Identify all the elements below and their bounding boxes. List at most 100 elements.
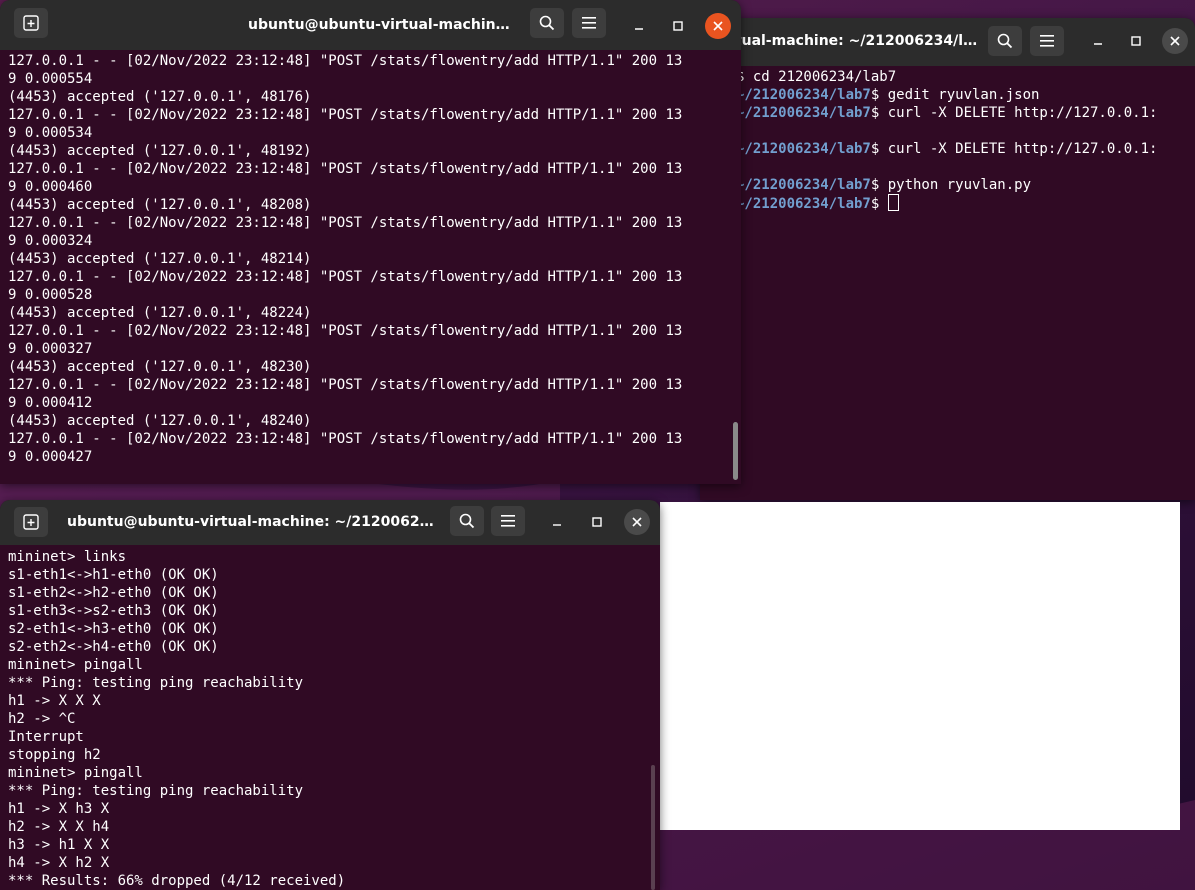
mininet-close-button[interactable] [624, 509, 650, 535]
lab7-menu-button[interactable] [1030, 26, 1064, 56]
terminal-line: h3 -> h1 X X [8, 837, 110, 853]
minimize-icon [553, 524, 561, 526]
ryu-maximize-button[interactable] [665, 13, 691, 39]
lab7-minimize-button[interactable] [1085, 28, 1111, 54]
terminal-line: mininet> pingall [8, 765, 143, 781]
terminal-line: ~/212006234/lab7$ python ryuvlan.py [736, 176, 1187, 194]
minimize-icon [1094, 43, 1102, 45]
lab7-window-title: rtual-machine: ~/212006234/lab7 [728, 33, 978, 49]
terminal-window-ryu[interactable]: ubuntu@ubuntu-virtual-machine: ~ 127.0.0… [0, 0, 741, 484]
terminal-line: s2-eth1<->h3-eth0 (OK OK) [8, 621, 219, 637]
ryu-titlebar[interactable]: ubuntu@ubuntu-virtual-machine: ~ [0, 0, 741, 50]
search-icon [539, 15, 555, 31]
terminal-line: s1-eth3<->s2-eth3 (OK OK) [8, 603, 219, 619]
ryu-terminal-output[interactable]: 127.0.0.1 - - [02/Nov/2022 23:12:48] "PO… [8, 52, 733, 466]
new-tab-icon [23, 15, 39, 31]
terminal-line: ~/212006234/lab7$ [736, 194, 1187, 212]
prompt-path: ~/212006234/lab7 [736, 196, 871, 212]
mininet-scrollbar[interactable] [651, 765, 655, 890]
terminal-line: *** Results: 66% dropped (4/12 received) [8, 873, 346, 889]
hamburger-menu-icon [501, 515, 515, 527]
terminal-line: (4453) accepted ('127.0.0.1', 48208) [8, 197, 312, 213]
mininet-search-button[interactable] [450, 506, 484, 536]
terminal-line: 9 0.000412 [8, 395, 93, 411]
ryu-scrollbar[interactable] [733, 422, 738, 480]
blank-white-window[interactable] [660, 502, 1180, 830]
terminal-line: 9 0.000460 [8, 179, 93, 195]
terminal-line: mininet> links [8, 549, 127, 565]
terminal-line: 127.0.0.1 - - [02/Nov/2022 23:12:48] "PO… [8, 431, 683, 447]
terminal-line: 127.0.0.1 - - [02/Nov/2022 23:12:48] "PO… [8, 53, 683, 69]
terminal-line: stopping h2 [8, 747, 101, 763]
terminal-line: *** Ping: testing ping reachability [8, 675, 304, 691]
command-text: $ gedit ryuvlan.json [870, 87, 1040, 103]
mininet-menu-button[interactable] [491, 506, 525, 536]
terminal-line: 9 0.000528 [8, 287, 93, 303]
mininet-titlebar[interactable]: ubuntu@ubuntu-virtual-machine: ~/2120062… [0, 500, 660, 545]
terminal-line: ~/212006234/lab7$ curl -X DELETE http://… [736, 104, 1187, 122]
prompt-path: ~/212006234/lab7 [736, 177, 871, 193]
terminal-line: 127.0.0.1 - - [02/Nov/2022 23:12:48] "PO… [8, 377, 683, 393]
hamburger-menu-icon [582, 17, 596, 29]
lab7-close-button[interactable] [1162, 28, 1188, 54]
ryu-minimize-button[interactable] [626, 13, 652, 39]
terminal-line: 9 0.000324 [8, 233, 93, 249]
terminal-line: 127.0.0.1 - - [02/Nov/2022 23:12:48] "PO… [8, 161, 683, 177]
terminal-line: ~/212006234/lab7$ curl -X DELETE http://… [736, 140, 1187, 158]
search-icon [459, 513, 475, 529]
lab7-terminal-output[interactable]: $ cd 212006234/lab7 ~/212006234/lab7$ ged… [736, 68, 1187, 212]
maximize-icon [1131, 36, 1141, 46]
minimize-icon [635, 28, 643, 30]
terminal-window-mininet[interactable]: ubuntu@ubuntu-virtual-machine: ~/2120062… [0, 500, 660, 890]
mininet-minimize-button[interactable] [544, 509, 570, 535]
lab7-search-button[interactable] [988, 26, 1022, 56]
terminal-window-lab7[interactable]: rtual-machine: ~/212006234/lab7 $ cd 212… [700, 18, 1195, 500]
terminal-line: 9 0.000554 [8, 71, 93, 87]
terminal-line: h4 -> X h2 X [8, 855, 110, 871]
command-text: $ cd 212006234/lab7 [736, 69, 897, 85]
ryu-menu-button[interactable] [572, 8, 606, 38]
close-icon [1170, 36, 1180, 46]
terminal-line: s1-eth1<->h1-eth0 (OK OK) [8, 567, 219, 583]
lab7-maximize-button[interactable] [1123, 28, 1149, 54]
ryu-new-tab-button[interactable] [14, 8, 48, 38]
command-text: $ curl -X DELETE http://127.0.0.1: [870, 105, 1158, 121]
maximize-icon [592, 517, 602, 527]
prompt-path: ~/212006234/lab7 [736, 87, 871, 103]
maximize-icon [673, 21, 683, 31]
terminal-line: Interrupt [8, 729, 84, 745]
terminal-line: 127.0.0.1 - - [02/Nov/2022 23:12:48] "PO… [8, 215, 683, 231]
terminal-line: 9 0.000427 [8, 449, 93, 465]
mininet-terminal-output[interactable]: mininet> links s1-eth1<->h1-eth0 (OK OK) s… [8, 548, 652, 890]
terminal-line: 127.0.0.1 - - [02/Nov/2022 23:12:48] "PO… [8, 323, 683, 339]
command-text: $ python ryuvlan.py [870, 177, 1032, 193]
terminal-line: h1 -> X X X [8, 693, 101, 709]
mininet-window-title: ubuntu@ubuntu-virtual-machine: ~/2120062… [67, 514, 437, 530]
terminal-line: 127.0.0.1 - - [02/Nov/2022 23:12:48] "PO… [8, 269, 683, 285]
terminal-line: (4453) accepted ('127.0.0.1', 48240) [8, 413, 312, 429]
terminal-line: (4453) accepted ('127.0.0.1', 48230) [8, 359, 312, 375]
terminal-line: 127.0.0.1 - - [02/Nov/2022 23:12:48] "PO… [8, 107, 683, 123]
terminal-line: h2 -> ^C [8, 711, 76, 727]
hamburger-menu-icon [1040, 35, 1054, 47]
prompt-path: ~/212006234/lab7 [736, 105, 871, 121]
ryu-search-button[interactable] [530, 8, 564, 38]
terminal-line: h2 -> X X h4 [8, 819, 110, 835]
terminal-line: s1-eth2<->h2-eth0 (OK OK) [8, 585, 219, 601]
terminal-line: 9 0.000327 [8, 341, 93, 357]
lab7-titlebar[interactable]: rtual-machine: ~/212006234/lab7 [700, 18, 1195, 66]
terminal-line: *** Ping: testing ping reachability [8, 783, 304, 799]
terminal-line: s2-eth2<->h4-eth0 (OK OK) [8, 639, 219, 655]
command-text: $ [870, 196, 888, 212]
terminal-line: $ cd 212006234/lab7 [736, 68, 1187, 86]
terminal-line: (4453) accepted ('127.0.0.1', 48176) [8, 89, 312, 105]
ryu-window-title: ubuntu@ubuntu-virtual-machine: ~ [248, 17, 518, 33]
close-icon [632, 517, 642, 527]
mininet-maximize-button[interactable] [584, 509, 610, 535]
ryu-close-button[interactable] [705, 13, 731, 39]
mininet-new-tab-button[interactable] [14, 507, 48, 537]
terminal-line: ~/212006234/lab7$ gedit ryuvlan.json [736, 86, 1187, 104]
terminal-line: (4453) accepted ('127.0.0.1', 48224) [8, 305, 312, 321]
